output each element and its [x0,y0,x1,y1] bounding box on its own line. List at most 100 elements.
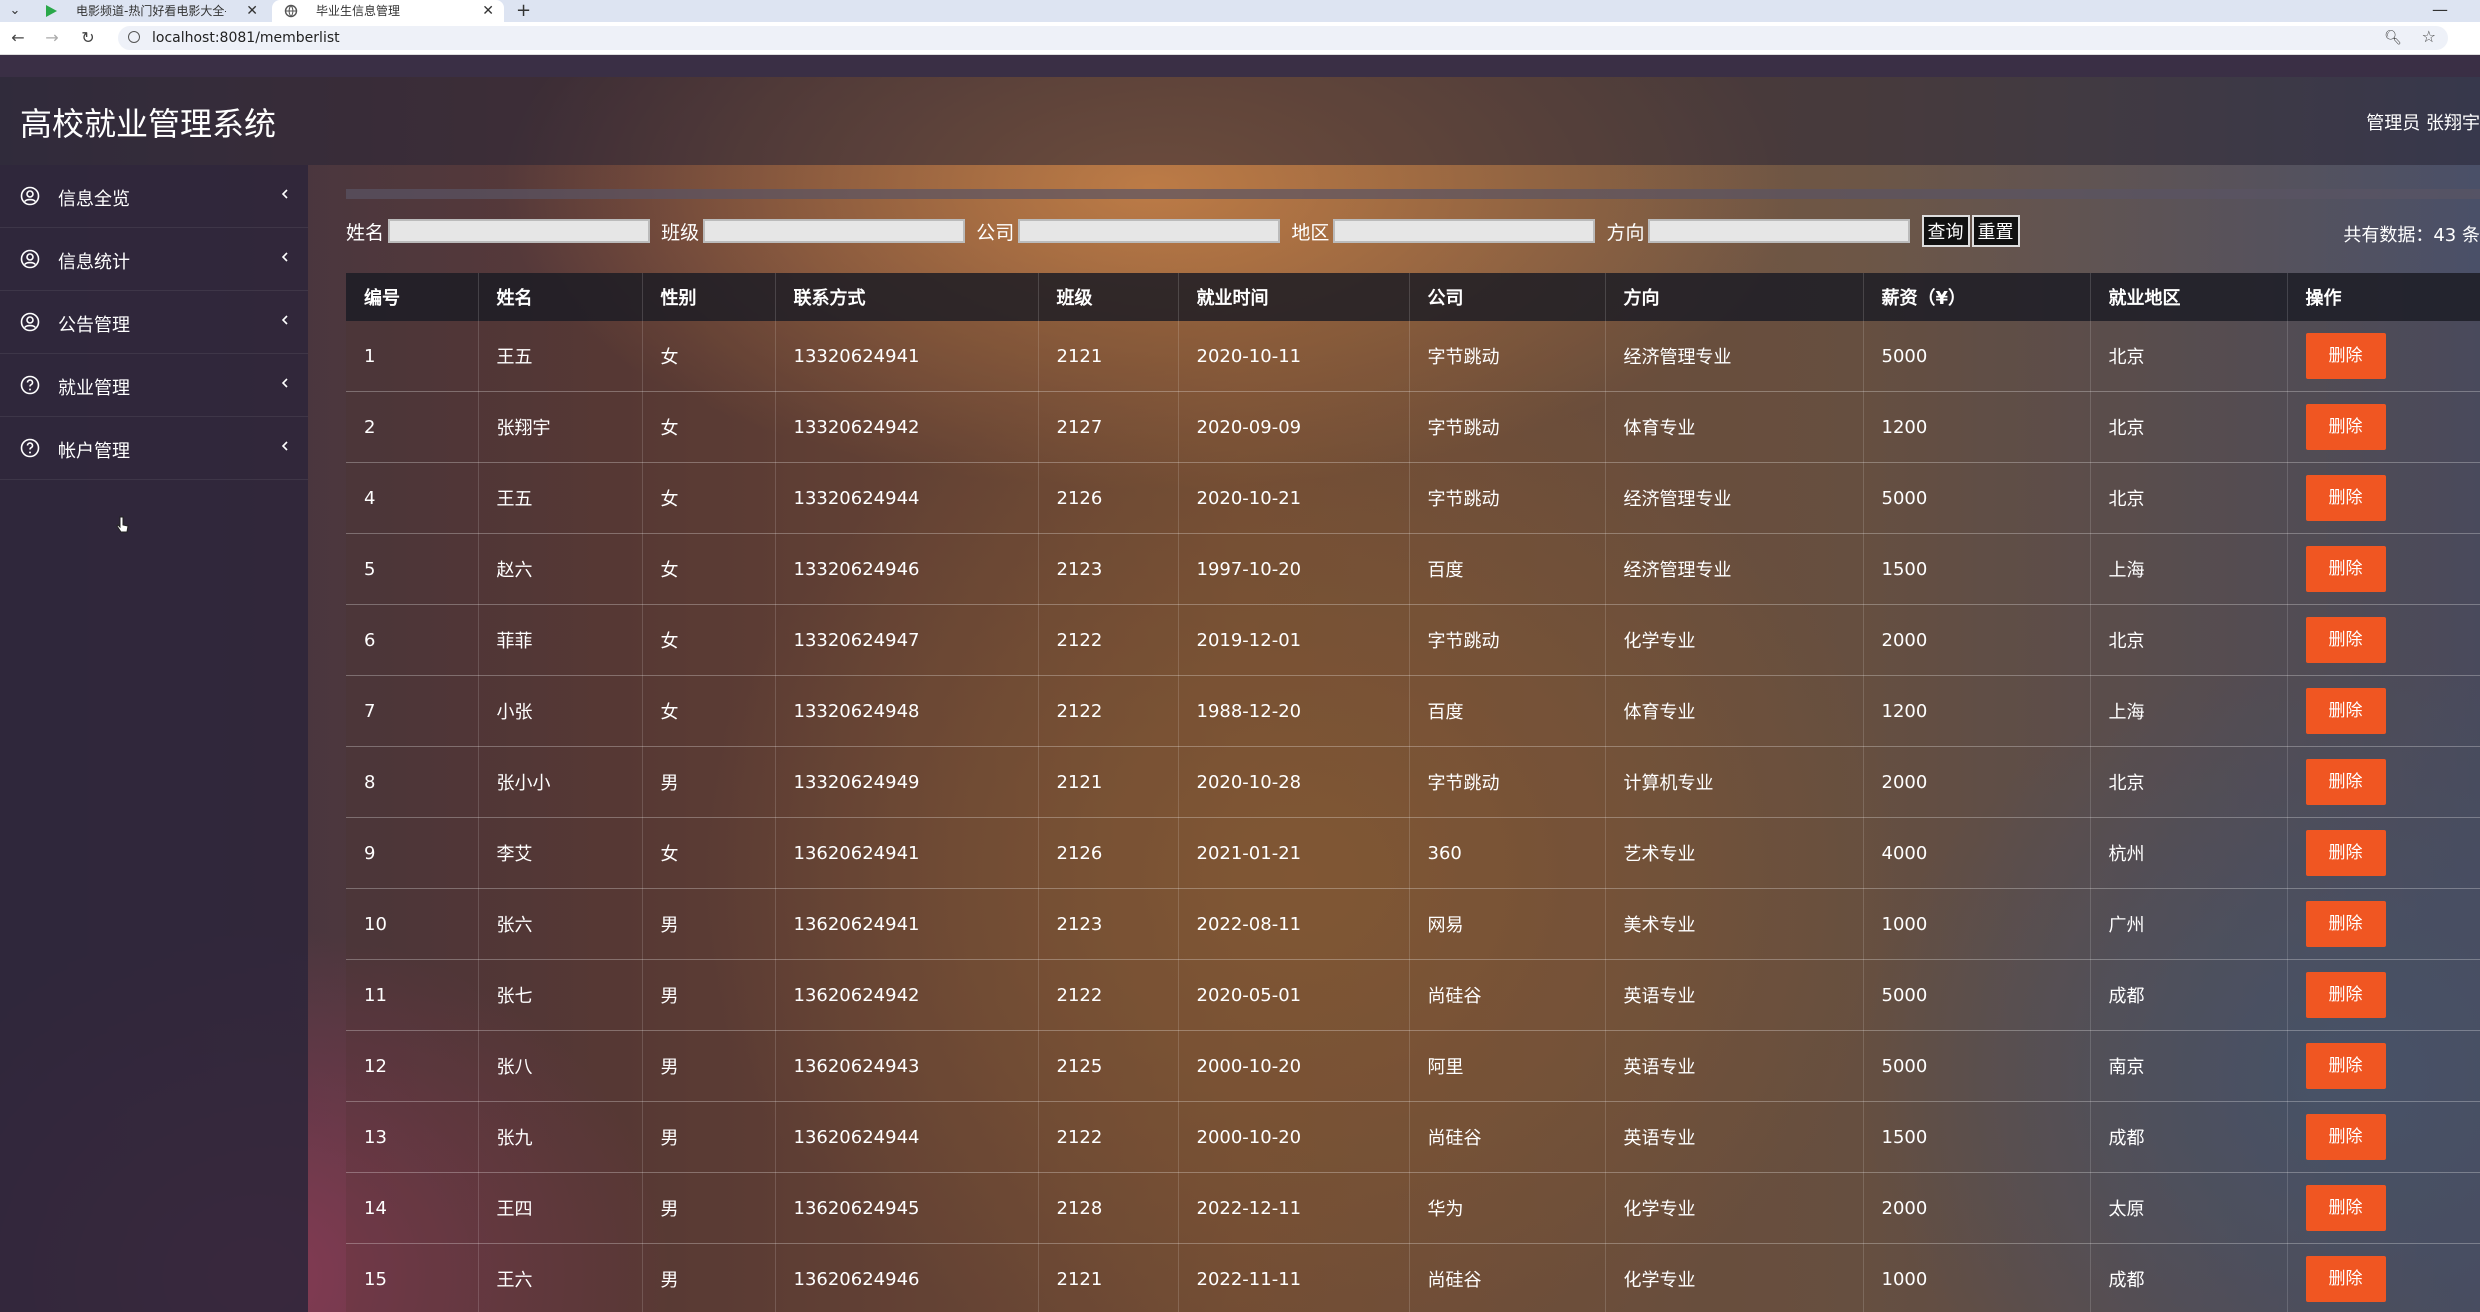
delete-button[interactable]: 删除 [2305,1114,2386,1160]
bookmark-star-icon[interactable]: ☆ [2422,27,2436,47]
table-row: 4 王五女 13320624944 2126 2020-10-21 字节跳动 经济管理专业 5… [346,462,2480,534]
delete-button[interactable]: 删除 [2305,1185,2386,1231]
sidebar-item-accounts[interactable]: 帐户管理 [0,417,308,480]
delete-button[interactable]: 删除 [2305,333,2386,379]
table-cell: 字节跳动 [1409,321,1606,392]
delete-button[interactable]: 删除 [2305,475,2386,521]
sidebar-item-label: 信息统计 [58,252,130,273]
table-cell: 字节跳动 [1409,391,1606,463]
chevron-left-icon [281,315,288,325]
column-header: 性别 [642,273,776,321]
content-top-bar [346,189,2480,199]
url-omnibox[interactable]: localhost:8081/memberlist 🔍︎ ☆ [118,26,2448,50]
delete-button[interactable]: 删除 [2305,688,2386,734]
table-cell: 4000 [1863,817,2091,889]
table-header-row: 编号 姓名 性别 联系方式 班级 就业时间 公司 方向 薪资（¥） 就业地区 操作 [346,273,2480,321]
table-cell: 女 [642,391,776,463]
sidebar-item-employment[interactable]: 就业管理 [0,354,308,417]
table-cell: 经济管理专业 [1605,533,1864,605]
table-row: 8 张小小男 13320624949 2121 2020-10-28 字节跳动 计算机专业 2… [346,746,2480,818]
table-cell: 14 [346,1172,479,1244]
table-cell: 化学专业 [1605,1172,1864,1244]
table-cell: 13620624944 [775,1101,1039,1173]
site-info-icon[interactable] [128,31,140,43]
reset-button[interactable]: 重置 [1971,215,2020,247]
sidebar-item-announcements[interactable]: 公告管理 [0,291,308,354]
table-cell: 王五 [478,321,643,392]
table-cell: 1500 [1863,1101,2091,1173]
table-cell: 体育专业 [1605,675,1864,747]
table-cell: 张小小 [478,746,643,818]
table-cell: 2126 [1038,462,1179,534]
region-search-input[interactable] [1333,219,1596,243]
major-label: 方向 [1606,221,1645,244]
table-cell: 13620624943 [775,1030,1039,1102]
delete-button[interactable]: 删除 [2305,972,2386,1018]
table-cell: 13620624946 [775,1243,1039,1312]
table-cell: 成都 [2090,1243,2288,1312]
new-tab-plus-icon[interactable]: + [516,0,531,22]
browser-tab-graduate[interactable]: 毕业生信息管理 ✕ [272,0,504,22]
table-cell: 1000 [1863,1243,2091,1312]
window-minimize-icon[interactable]: — [2432,0,2448,20]
app-page: 高校就业管理系统 管理员 张翔宇 信息全览 信息统计 公告管理 就业管理 帐户管… [0,77,2480,1312]
table-cell: 男 [642,1172,776,1244]
delete-button[interactable]: 删除 [2305,759,2386,805]
table-cell-actions: 删除 [2287,533,2480,605]
table-cell-actions: 删除 [2287,462,2480,534]
delete-button[interactable]: 删除 [2305,617,2386,663]
table-cell: 张七 [478,959,643,1031]
delete-button[interactable]: 删除 [2305,1043,2386,1089]
table-cell: 2000 [1863,604,2091,676]
class-search-input[interactable] [703,219,966,243]
tab-close-icon[interactable]: ✕ [482,0,494,22]
table-cell: 成都 [2090,1101,2288,1173]
table-cell: 5 [346,533,479,605]
major-search-input[interactable] [1648,219,1911,243]
tab-list-chevron-icon[interactable]: ⌄ [6,2,24,20]
table-cell-actions: 删除 [2287,1101,2480,1173]
table-cell: 2020-05-01 [1178,959,1410,1031]
delete-button[interactable]: 删除 [2305,404,2386,450]
table-cell: 男 [642,746,776,818]
back-arrow-icon[interactable]: ← [8,28,28,48]
search-form: 姓名 班级 公司 地区 方向 查询 重置 [346,215,2022,247]
sidebar-item-label: 帐户管理 [58,441,130,462]
name-label: 姓名 [346,221,385,244]
table-cell: 尚硅谷 [1409,959,1606,1031]
table-cell: 计算机专业 [1605,746,1864,818]
table-cell-actions: 删除 [2287,1030,2480,1102]
delete-button[interactable]: 删除 [2305,546,2386,592]
delete-button[interactable]: 删除 [2305,1256,2386,1302]
table-cell: 1988-12-20 [1178,675,1410,747]
table-cell: 化学专业 [1605,1243,1864,1312]
column-header: 姓名 [478,273,643,321]
table-cell: 2000 [1863,746,2091,818]
column-header: 班级 [1038,273,1179,321]
sidebar-item-overview[interactable]: 信息全览 [0,165,308,228]
table-cell: 15 [346,1243,479,1312]
zoom-icon[interactable]: 🔍︎ [2384,28,2402,48]
delete-button[interactable]: 删除 [2305,901,2386,947]
forward-arrow-icon[interactable]: → [42,28,62,48]
browser-tab-movie[interactable]: 电影频道-热门好看电影大全-正 ✕ [32,0,268,22]
table-cell: 13320624947 [775,604,1039,676]
table-cell: 2022-11-11 [1178,1243,1410,1312]
table-cell: 体育专业 [1605,391,1864,463]
delete-button[interactable]: 删除 [2305,830,2386,876]
tab-close-icon[interactable]: ✕ [246,0,258,22]
reload-icon[interactable]: ↻ [78,28,98,48]
company-search-input[interactable] [1018,219,1281,243]
table-cell: 2121 [1038,321,1179,392]
table-cell: 2121 [1038,1243,1179,1312]
column-header: 薪资（¥） [1863,273,2091,321]
query-button[interactable]: 查询 [1921,215,1970,247]
table-cell: 2125 [1038,1030,1179,1102]
table-cell-actions: 删除 [2287,321,2480,392]
sidebar-item-statistics[interactable]: 信息统计 [0,228,308,291]
name-search-input[interactable] [388,219,651,243]
table-row: 10 张六男 13620624941 2123 2022-08-11 网易 美术专业 1000… [346,888,2480,960]
admin-user-label[interactable]: 管理员 张翔宇 [2366,109,2480,135]
table-cell: 2127 [1038,391,1179,463]
table-cell: 张九 [478,1101,643,1173]
